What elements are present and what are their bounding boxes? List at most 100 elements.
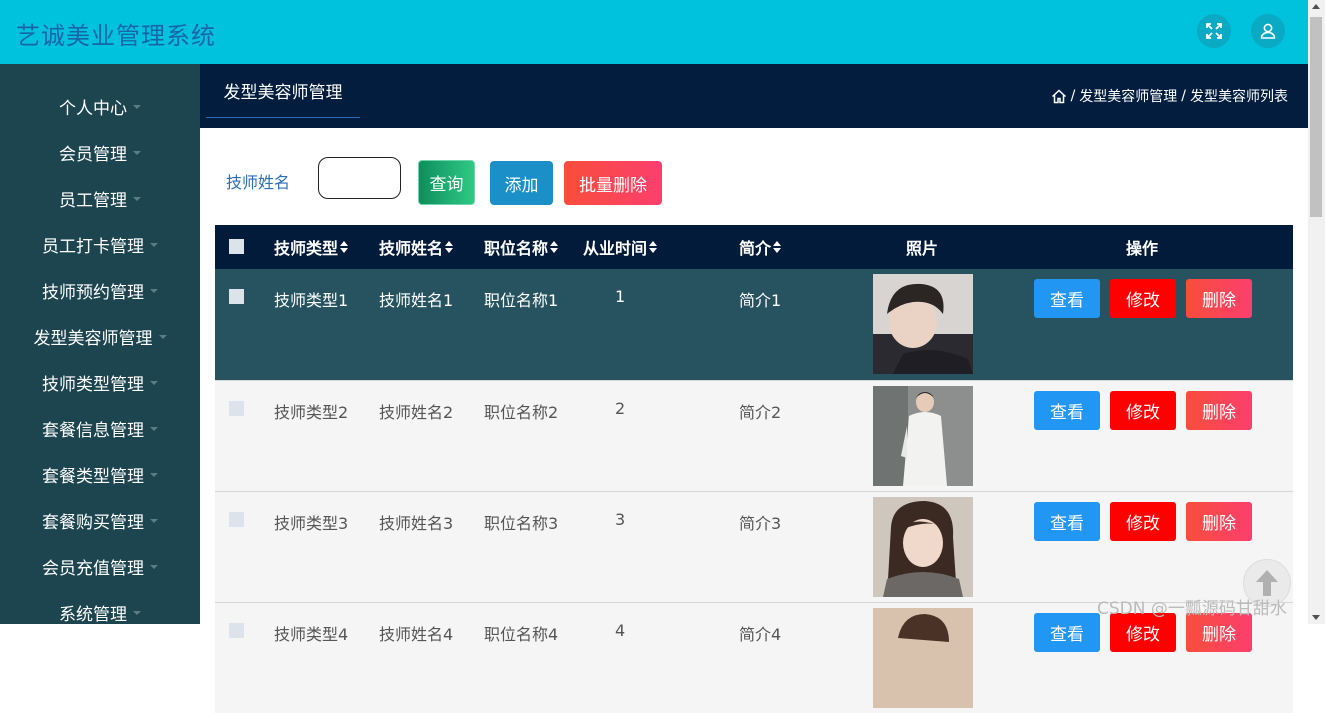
top-bar: 艺诚美业管理系统 — [0, 0, 1308, 64]
sidebar-item-stylists[interactable]: 发型美容师管理 — [0, 313, 200, 359]
table-row[interactable]: 技师类型1 技师姓名1 职位名称1 1 简介1 查看 修改 删除 — [215, 269, 1293, 380]
cell-years: 1 — [615, 287, 626, 306]
cell-position: 职位名称1 — [484, 291, 559, 310]
select-all-checkbox[interactable] — [229, 239, 244, 254]
column-header-type[interactable]: 技师类型 — [274, 225, 349, 269]
user-icon[interactable] — [1251, 14, 1285, 48]
cell-type: 技师类型3 — [274, 514, 349, 533]
table-row[interactable]: 技师类型2 技师姓名2 职位名称2 2 简介2 查看 修改 删除 — [215, 380, 1293, 491]
sidebar-item-members[interactable]: 会员管理 — [0, 129, 200, 175]
column-header-intro[interactable]: 简介 — [739, 225, 782, 269]
chevron-down-icon — [150, 519, 158, 523]
cell-type: 技师类型4 — [274, 625, 349, 644]
table-row[interactable]: 技师类型3 技师姓名3 职位名称3 3 简介3 查看 修改 删除 — [215, 491, 1293, 602]
cell-years: 3 — [615, 510, 626, 529]
chevron-down-icon — [150, 473, 158, 477]
breadcrumb: / 发型美容师管理 / 发型美容师列表 — [1051, 86, 1288, 106]
sidebar-item-stylist-types[interactable]: 技师类型管理 — [0, 359, 200, 405]
column-header-photo: 照片 — [906, 239, 939, 258]
sidebar-item-clock-in[interactable]: 员工打卡管理 — [0, 221, 200, 267]
delete-button[interactable]: 删除 — [1186, 502, 1252, 541]
row-checkbox[interactable] — [229, 623, 244, 638]
home-icon[interactable] — [1051, 88, 1067, 104]
cell-name: 技师姓名1 — [379, 291, 454, 310]
sidebar: 个人中心 会员管理 员工管理 员工打卡管理 技师预约管理 发型美容师管理 技师类… — [0, 64, 200, 624]
sidebar-item-packages[interactable]: 套餐信息管理 — [0, 405, 200, 451]
sidebar-item-package-purchases[interactable]: 套餐购买管理 — [0, 497, 200, 543]
sidebar-item-recharge[interactable]: 会员充值管理 — [0, 543, 200, 589]
sort-icon[interactable] — [340, 241, 349, 253]
chevron-down-icon — [133, 611, 141, 615]
watermark: CSDN @一瓢源码甘甜水 — [1097, 599, 1287, 619]
scroll-up-icon[interactable] — [1312, 4, 1320, 9]
row-checkbox[interactable] — [229, 401, 244, 416]
tab-stylist-management[interactable]: 发型美容师管理 — [206, 64, 360, 118]
cell-position: 职位名称4 — [484, 625, 559, 644]
sidebar-item-package-types[interactable]: 套餐类型管理 — [0, 451, 200, 497]
row-checkbox[interactable] — [229, 512, 244, 527]
column-header-actions: 操作 — [1126, 239, 1159, 258]
cell-name: 技师姓名4 — [379, 625, 454, 644]
cell-type: 技师类型2 — [274, 403, 349, 422]
stylist-photo — [873, 497, 973, 597]
cell-position: 职位名称2 — [484, 403, 559, 422]
query-button[interactable]: 查询 — [418, 160, 475, 205]
cell-intro: 简介3 — [739, 514, 782, 533]
view-button[interactable]: 查看 — [1034, 502, 1100, 541]
sidebar-item-appointments[interactable]: 技师预约管理 — [0, 267, 200, 313]
chevron-down-icon — [133, 197, 141, 201]
batch-delete-button[interactable]: 批量删除 — [564, 161, 662, 205]
fullscreen-icon[interactable] — [1197, 14, 1231, 48]
chevron-down-icon — [150, 289, 158, 293]
scrollbar-thumb[interactable] — [1310, 17, 1322, 217]
sort-icon[interactable] — [649, 241, 658, 253]
view-button[interactable]: 查看 — [1034, 613, 1100, 652]
row-checkbox[interactable] — [229, 289, 244, 304]
view-button[interactable]: 查看 — [1034, 279, 1100, 318]
chevron-down-icon — [150, 243, 158, 247]
stylist-photo — [873, 274, 973, 374]
breadcrumb-item-management[interactable]: 发型美容师管理 — [1079, 86, 1177, 106]
app-title: 艺诚美业管理系统 — [16, 22, 216, 50]
sidebar-item-personal-center[interactable]: 个人中心 — [0, 83, 200, 129]
cell-position: 职位名称3 — [484, 514, 559, 533]
cell-intro: 简介1 — [739, 291, 782, 310]
cell-type: 技师类型1 — [274, 291, 349, 310]
sidebar-item-staff[interactable]: 员工管理 — [0, 175, 200, 221]
cell-intro: 简介4 — [739, 625, 782, 644]
edit-button[interactable]: 修改 — [1110, 279, 1176, 318]
stylist-photo — [873, 386, 973, 486]
sort-icon[interactable] — [445, 241, 454, 253]
add-button[interactable]: 添加 — [490, 161, 553, 205]
edit-button[interactable]: 修改 — [1110, 502, 1176, 541]
chevron-down-icon — [150, 427, 158, 431]
view-button[interactable]: 查看 — [1034, 391, 1100, 430]
cell-name: 技师姓名2 — [379, 403, 454, 422]
search-input[interactable] — [318, 157, 401, 199]
sidebar-item-system[interactable]: 系统管理 — [0, 589, 200, 624]
scroll-down-icon[interactable] — [1312, 615, 1320, 620]
column-header-position[interactable]: 职位名称 — [484, 225, 559, 269]
search-label: 技师姓名 — [226, 173, 291, 192]
breadcrumb-separator: / — [1181, 88, 1186, 104]
vertical-scrollbar[interactable] — [1308, 0, 1325, 624]
sort-icon[interactable] — [773, 241, 782, 253]
chevron-down-icon — [158, 335, 167, 339]
column-header-name[interactable]: 技师姓名 — [379, 225, 454, 269]
cell-name: 技师姓名3 — [379, 514, 454, 533]
delete-button[interactable]: 删除 — [1186, 279, 1252, 318]
edit-button[interactable]: 修改 — [1110, 391, 1176, 430]
breadcrumb-separator: / — [1070, 88, 1076, 104]
breadcrumb-item-list: 发型美容师列表 — [1190, 89, 1288, 105]
column-header-years[interactable]: 从业时间 — [583, 225, 658, 269]
delete-button[interactable]: 删除 — [1186, 391, 1252, 430]
sort-icon[interactable] — [550, 241, 559, 253]
cell-intro: 简介2 — [739, 403, 782, 422]
chevron-down-icon — [150, 565, 158, 569]
chevron-down-icon — [133, 105, 141, 109]
chevron-down-icon — [133, 151, 141, 155]
content-header: 发型美容师管理 / 发型美容师管理 / 发型美容师列表 — [200, 64, 1308, 128]
stylist-photo — [873, 608, 973, 708]
chevron-down-icon — [150, 381, 158, 385]
cell-years: 2 — [615, 399, 626, 418]
